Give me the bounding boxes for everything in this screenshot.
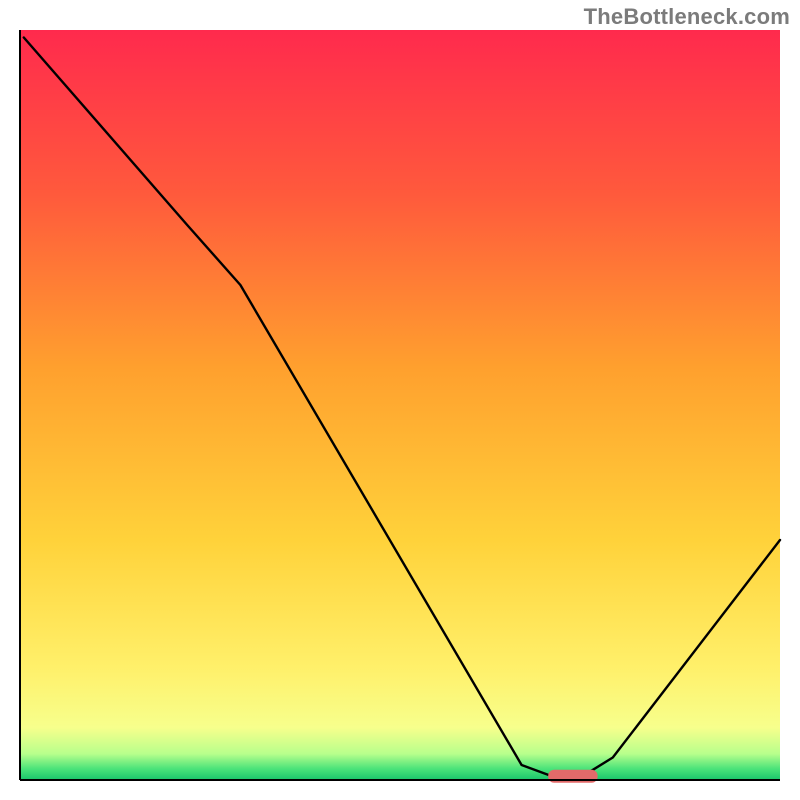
watermark-label: TheBottleneck.com (584, 4, 790, 30)
plot-area (20, 30, 780, 783)
chart-container: TheBottleneck.com (0, 0, 800, 800)
bottleneck-chart (0, 0, 800, 800)
heat-background (20, 30, 780, 780)
